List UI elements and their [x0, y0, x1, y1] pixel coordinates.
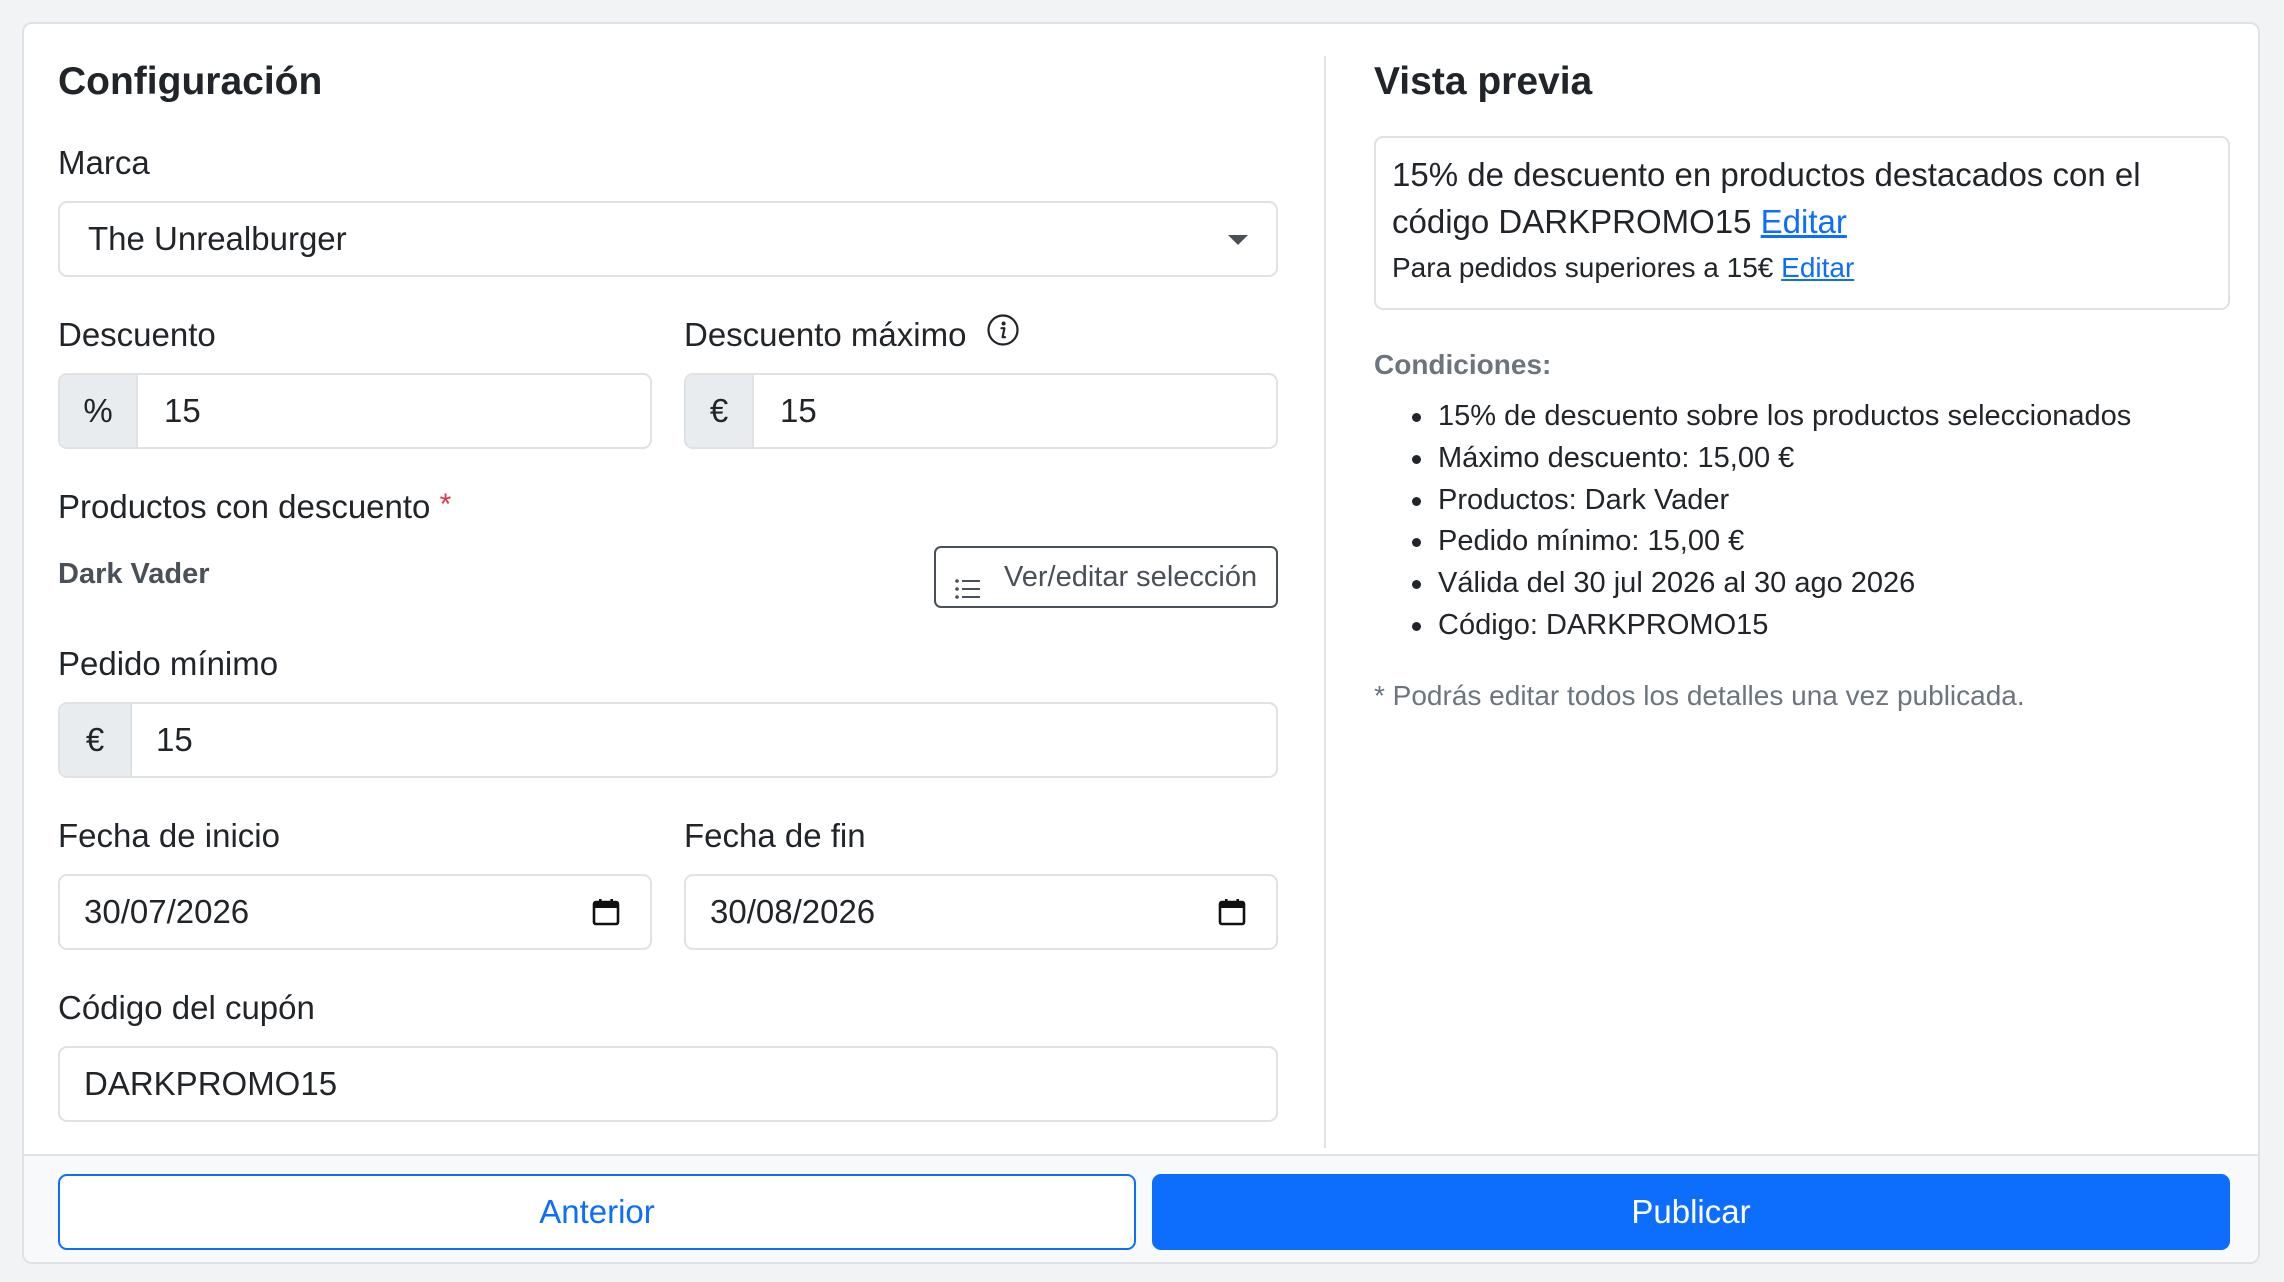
max-discount-label: Descuento máximo: [684, 313, 1020, 355]
edit-description-link[interactable]: Editar: [1761, 203, 1847, 240]
previous-button[interactable]: Anterior: [58, 1174, 1136, 1250]
condition-text: Válida del 30 jul 2026 al 30 ago 2026: [1438, 567, 1916, 600]
end-date-label: Fecha de fin: [684, 817, 866, 854]
min-order-label: Pedido mínimo: [58, 645, 279, 682]
brand-label: Marca: [58, 144, 150, 181]
preview-line-2-wrap: código DARKPROMO15 Editar: [1392, 203, 1847, 241]
condition-text: Pedido mínimo: 15,00 €: [1438, 525, 1745, 558]
min-order-input[interactable]: 15: [156, 704, 193, 776]
required-mark: *: [439, 488, 452, 521]
edit-min-order-link[interactable]: Editar: [1781, 252, 1854, 283]
calendar-icon[interactable]: [592, 898, 620, 926]
config-title: Configuración: [58, 60, 323, 103]
condition-text: Código: DARKPROMO15: [1438, 608, 1769, 641]
condition-item: Código: DARKPROMO15: [1374, 605, 2131, 647]
condition-text: Productos: Dark Vader: [1438, 483, 1730, 516]
max-discount-input[interactable]: 15: [780, 375, 817, 447]
start-date-label: Fecha de inicio: [58, 817, 280, 854]
preview-line-2: código DARKPROMO15: [1392, 203, 1752, 240]
chevron-down-icon: [1228, 235, 1248, 245]
bullet-icon: [1412, 621, 1421, 631]
min-order-input-group: € 15: [58, 702, 1278, 778]
discount-input-group: % 15: [58, 373, 652, 449]
start-date-input[interactable]: 30/07/2026: [58, 874, 652, 950]
preview-box: 15% de descuento en productos destacados…: [1374, 136, 2230, 310]
discount-input[interactable]: 15: [164, 375, 201, 447]
bullet-icon: [1412, 538, 1421, 548]
column-divider: [1324, 56, 1326, 1148]
products-label: Productos con descuento *: [58, 488, 451, 526]
coupon-code-input[interactable]: DARKPROMO15: [58, 1046, 1278, 1122]
selected-products: Dark Vader: [58, 558, 210, 590]
end-date-value: 30/08/2026: [710, 893, 876, 930]
bullet-icon: [1412, 496, 1421, 506]
condition-text: 15% de descuento sobre los productos sel…: [1438, 400, 2132, 432]
max-discount-input-group: € 15: [684, 373, 1278, 449]
euro-addon: €: [60, 704, 132, 776]
info-circle-icon[interactable]: [986, 313, 1020, 355]
publish-button[interactable]: Publicar: [1152, 1174, 2230, 1250]
preview-line-1: 15% de descuento en productos destacados…: [1392, 156, 2141, 193]
condition-item: Máximo descuento: 15,00 €: [1374, 438, 2131, 480]
conditions-title: Condiciones:: [1374, 349, 1552, 380]
calendar-icon[interactable]: [1218, 898, 1246, 926]
percent-addon: %: [60, 375, 138, 447]
condition-item: Pedido mínimo: 15,00 €: [1374, 521, 2131, 563]
condition-text: Máximo descuento: 15,00 €: [1438, 441, 1795, 474]
brand-select[interactable]: The Unrealburger: [58, 201, 1278, 277]
bullet-icon: [1412, 454, 1421, 464]
preview-title: Vista previa: [1374, 60, 1593, 103]
euro-addon: €: [686, 375, 754, 447]
preview-line-3-wrap: Para pedidos superiores a 15€ Editar: [1392, 252, 1854, 284]
end-date-input[interactable]: 30/08/2026: [684, 874, 1278, 950]
start-date-value: 30/07/2026: [84, 893, 250, 930]
condition-item: 15% de descuento sobre los productos sel…: [1374, 396, 2131, 438]
edit-selection-button[interactable]: Ver/editar selección: [934, 546, 1278, 608]
discount-label: Descuento: [58, 316, 216, 353]
coupon-code-label: Código del cupón: [58, 989, 315, 1026]
max-discount-label-text: Descuento máximo: [684, 316, 967, 353]
condition-item: Productos: Dark Vader: [1374, 480, 2131, 522]
conditions-list: 15% de descuento sobre los productos sel…: [1374, 396, 2131, 647]
coupon-code-value: DARKPROMO15: [84, 1065, 338, 1102]
condition-item: Válida del 30 jul 2026 al 30 ago 2026: [1374, 563, 2131, 605]
preview-line-3: Para pedidos superiores a 15€: [1392, 252, 1774, 283]
edit-selection-label: Ver/editar selección: [1004, 561, 1258, 593]
products-label-text: Productos con descuento: [58, 488, 431, 525]
brand-select-value: The Unrealburger: [88, 220, 347, 257]
bullet-icon: [1412, 413, 1421, 422]
list-icon: [954, 564, 982, 622]
publish-note: * Podrás editar todos los detalles una v…: [1374, 680, 2025, 711]
coupon-wizard-card: Configuración Marca The Unrealburger Des…: [22, 22, 2260, 1264]
bullet-icon: [1412, 580, 1421, 590]
